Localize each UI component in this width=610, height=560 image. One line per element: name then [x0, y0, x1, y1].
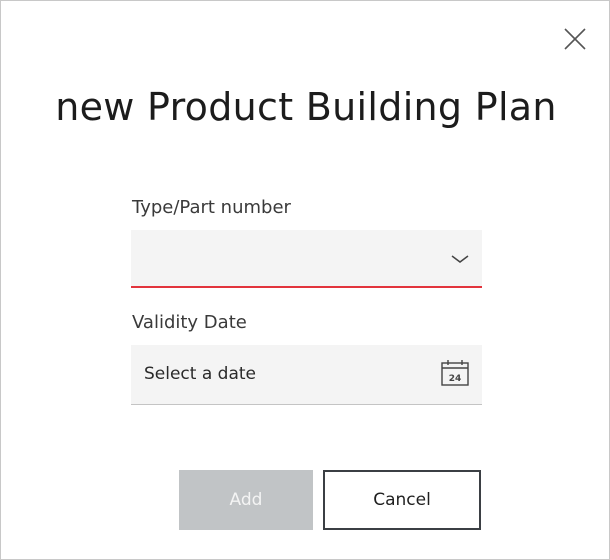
cancel-button[interactable]: Cancel	[323, 470, 481, 530]
type-part-number-select[interactable]	[131, 230, 482, 288]
calendar-icon[interactable]: 24	[440, 359, 470, 387]
calendar-day-number: 24	[449, 374, 462, 384]
validity-date-label: Validity Date	[132, 312, 247, 333]
dialog-title: new Product Building Plan	[55, 85, 557, 129]
close-button[interactable]	[561, 25, 589, 53]
product-building-plan-dialog: new Product Building Plan Type/Part numb…	[0, 0, 610, 560]
add-button[interactable]: Add	[179, 470, 313, 530]
close-icon	[561, 25, 589, 53]
type-part-number-label: Type/Part number	[132, 197, 291, 218]
validity-date-placeholder: Select a date	[144, 364, 257, 384]
chevron-down-icon	[450, 252, 470, 270]
validity-date-picker[interactable]: Select a date 24	[131, 345, 482, 405]
